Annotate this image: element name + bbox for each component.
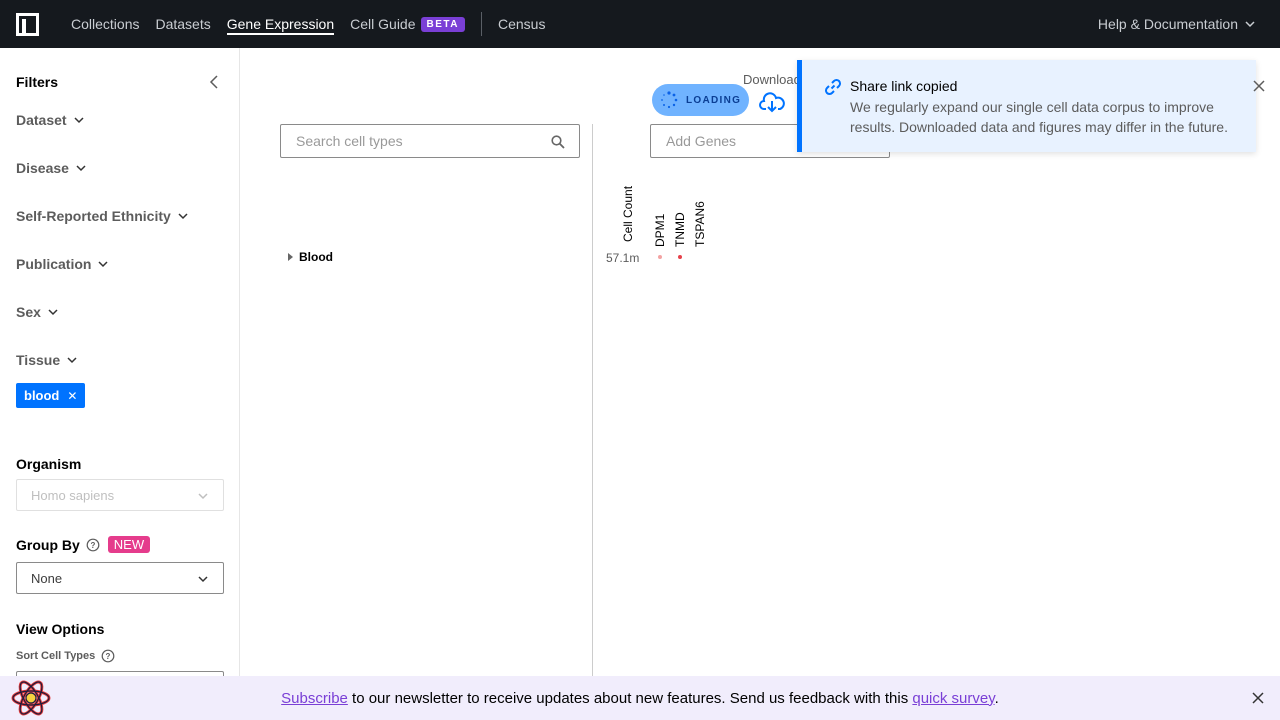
svg-text:?: ?: [90, 541, 95, 550]
link-icon: [824, 78, 842, 96]
close-icon[interactable]: [1253, 80, 1265, 92]
expression-dot-dpm1[interactable]: [658, 255, 662, 259]
tag-label: blood: [24, 388, 60, 403]
top-navigation: Collections Datasets Gene Expression Cel…: [0, 0, 1280, 48]
column-header-tspan6[interactable]: TSPAN6: [693, 201, 707, 247]
chevron-down-icon: [48, 309, 58, 316]
chevron-down-icon: [67, 357, 77, 364]
filter-publication[interactable]: Publication: [16, 256, 109, 272]
banner-message: to our newsletter to receive updates abo…: [347, 689, 913, 707]
nav-links: Collections Datasets Gene Expression Cel…: [71, 0, 561, 48]
filter-ethnicity[interactable]: Self-Reported Ethnicity: [16, 208, 189, 224]
quick-survey-link[interactable]: quick survey: [912, 690, 994, 707]
nav-link-datasets[interactable]: Datasets: [155, 0, 210, 48]
help-label: Help & Documentation: [1097, 16, 1238, 32]
close-icon[interactable]: [1252, 692, 1264, 704]
nav-link-cell-guide[interactable]: Cell Guide BETA: [350, 0, 465, 48]
search-cell-types-input[interactable]: Search cell types: [280, 124, 580, 158]
group-by-select[interactable]: None: [16, 562, 224, 594]
chevron-left-icon[interactable]: [206, 74, 222, 90]
expression-dot-tnmd[interactable]: [678, 255, 682, 259]
react-logo-icon: [11, 680, 51, 716]
column-header-dpm1[interactable]: DPM1: [653, 214, 667, 247]
download-label: Download: [743, 72, 801, 87]
loading-label: LOADING: [686, 94, 742, 106]
add-genes-placeholder: Add Genes: [666, 133, 737, 149]
sort-cell-types-label: Sort Cell Types ?: [16, 649, 115, 663]
group-by-title: Group By ? NEW: [16, 536, 151, 553]
svg-text:?: ?: [106, 652, 111, 661]
czi-logo-icon[interactable]: [16, 13, 39, 36]
subscribe-link[interactable]: Subscribe: [281, 690, 348, 707]
tissue-row-blood[interactable]: Blood: [288, 250, 333, 264]
question-circle-icon[interactable]: ?: [86, 538, 100, 552]
toast-body: We regularly expand our single cell data…: [850, 99, 1228, 135]
chevron-down-icon: [198, 493, 208, 500]
tissue-label: Blood: [299, 250, 333, 264]
organism-label: Organism: [16, 456, 82, 472]
close-icon[interactable]: ✕: [67, 389, 77, 403]
nav-link-collections[interactable]: Collections: [71, 0, 139, 48]
view-options-title: View Options: [16, 621, 105, 637]
question-circle-icon[interactable]: ?: [101, 649, 115, 663]
newsletter-banner: Subscribe to our newsletter to receive u…: [0, 676, 1280, 720]
chevron-down-icon: [178, 213, 188, 220]
search-placeholder: Search cell types: [296, 133, 403, 149]
new-badge: NEW: [107, 536, 151, 553]
cell-count-value: 57.1m: [606, 251, 640, 265]
nav-link-census[interactable]: Census: [498, 0, 545, 48]
filters-sidebar: Filters Dataset Disease Self-Reported Et…: [0, 48, 240, 676]
banner-text: Subscribe to our newsletter to receive u…: [281, 690, 999, 707]
chevron-down-icon: [98, 261, 108, 268]
group-by-label: Group By: [16, 536, 80, 553]
column-header-cell-count: Cell Count: [621, 185, 635, 242]
chevron-down-icon: [198, 576, 208, 583]
nav-divider: [481, 12, 482, 36]
cloud-download-icon[interactable]: [759, 92, 785, 114]
chevron-down-icon: [1245, 21, 1255, 28]
help-documentation-menu[interactable]: Help & Documentation: [1098, 0, 1256, 48]
toast-title: Share link copied: [850, 78, 958, 94]
banner-period: .: [994, 689, 999, 707]
beta-badge: BETA: [420, 16, 465, 32]
column-header-tnmd[interactable]: TNMD: [673, 212, 687, 247]
nav-link-gene-expression[interactable]: Gene Expression: [226, 0, 335, 48]
chevron-down-icon: [76, 165, 86, 172]
loading-button: LOADING: [652, 84, 749, 116]
share-link-toast: Share link copied We regularly expand ou…: [797, 60, 1265, 152]
filter-dataset[interactable]: Dataset: [16, 112, 85, 128]
filters-title: Filters: [16, 74, 59, 90]
chevron-down-icon: [74, 117, 84, 124]
filter-sex[interactable]: Sex: [16, 304, 59, 320]
caret-right-icon: [288, 253, 293, 261]
group-by-value: None: [31, 570, 63, 586]
filter-disease[interactable]: Disease: [16, 160, 87, 176]
filter-tissue[interactable]: Tissue: [16, 352, 78, 368]
spinner-icon: [661, 91, 678, 109]
panel-divider: [592, 124, 593, 676]
organism-value: Homo sapiens: [31, 487, 115, 503]
search-icon: [551, 135, 565, 149]
selected-tissue-tag[interactable]: blood ✕: [16, 383, 86, 408]
organism-select[interactable]: Homo sapiens: [16, 479, 224, 511]
